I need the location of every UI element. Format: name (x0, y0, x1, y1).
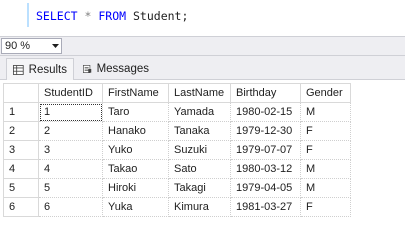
table-cell[interactable]: Takagi (168, 178, 231, 198)
sql-query[interactable]: SELECT * FROM Student; (36, 9, 188, 23)
table-cell[interactable]: Tanaka (168, 121, 231, 141)
results-grid[interactable]: StudentID FirstName LastName Birthday Ge… (0, 81, 405, 231)
column-header[interactable]: LastName (168, 83, 231, 103)
table-cell[interactable]: 1980-03-12 (230, 159, 301, 179)
tab-messages-label: Messages (96, 63, 149, 75)
table-cell[interactable]: 6 (38, 197, 103, 217)
table-row: 5 5 Hiroki Takagi 1979-04-05 M (3, 178, 351, 198)
tab-messages[interactable]: Messages (77, 58, 155, 80)
row-number[interactable]: 6 (3, 197, 39, 217)
table-cell[interactable]: 1980-02-15 (230, 102, 301, 122)
sql-keyword-select: SELECT (36, 9, 78, 23)
messages-icon (83, 65, 92, 73)
row-number[interactable]: 5 (3, 178, 39, 198)
tab-results[interactable]: Results (6, 58, 74, 80)
table-cell[interactable]: 5 (38, 178, 103, 198)
table-cell[interactable]: F (300, 121, 351, 141)
editor-gutter (0, 0, 22, 36)
table-cell[interactable]: Yamada (168, 102, 231, 122)
table-cell[interactable]: 3 (38, 140, 103, 160)
table-row: 6 6 Yuka Kimura 1981-03-27 F (3, 197, 351, 217)
table-row: 1 1 Taro Yamada 1980-02-15 M (3, 102, 351, 122)
table-row: 3 3 Yuko Suzuki 1979-07-07 F (3, 140, 351, 160)
zoom-value: 90 % (5, 40, 31, 52)
table-cell[interactable]: 4 (38, 159, 103, 179)
table-cell[interactable]: 1979-12-30 (230, 121, 301, 141)
row-number[interactable]: 2 (3, 121, 39, 141)
grid-icon (13, 64, 24, 75)
row-number[interactable]: 3 (3, 140, 39, 160)
query-editor[interactable]: SELECT * FROM Student; (0, 0, 405, 36)
table-cell[interactable]: 1979-07-07 (230, 140, 301, 160)
column-header[interactable]: StudentID (38, 83, 103, 103)
table-cell[interactable]: M (300, 159, 351, 179)
table-cell[interactable]: Suzuki (168, 140, 231, 160)
zoom-bar: 90 % (0, 36, 405, 56)
table-cell[interactable]: F (300, 197, 351, 217)
column-header[interactable]: Birthday (230, 83, 301, 103)
table-cell[interactable]: Takao (102, 159, 169, 179)
table-cell[interactable]: Taro (102, 102, 169, 122)
current-line-marker (27, 3, 29, 27)
sql-table-name: Student; (133, 9, 189, 23)
header-row: StudentID FirstName LastName Birthday Ge… (3, 83, 351, 103)
table-cell[interactable]: M (300, 178, 351, 198)
table-row: 4 4 Takao Sato 1980-03-12 M (3, 159, 351, 179)
table-cell[interactable]: F (300, 140, 351, 160)
table-cell[interactable]: 1979-04-05 (230, 178, 301, 198)
tab-results-label: Results (28, 63, 67, 76)
column-header[interactable]: Gender (300, 83, 351, 103)
table-cell[interactable]: Yuko (102, 140, 169, 160)
sql-keyword-from: FROM (98, 9, 127, 23)
table-cell[interactable]: M (300, 102, 351, 122)
corner-cell[interactable] (3, 83, 39, 103)
results-tabstrip: Results Messages (0, 56, 405, 80)
table-cell[interactable]: 2 (38, 121, 103, 141)
row-number[interactable]: 4 (3, 159, 39, 179)
table-cell[interactable]: Sato (168, 159, 231, 179)
table-cell[interactable]: 1 (38, 102, 103, 122)
table-cell[interactable]: Kimura (168, 197, 231, 217)
results-table: StudentID FirstName LastName Birthday Ge… (3, 83, 351, 217)
table-row: 2 2 Hanako Tanaka 1979-12-30 F (3, 121, 351, 141)
sql-star: * (84, 9, 92, 23)
table-cell[interactable]: 1981-03-27 (230, 197, 301, 217)
table-cell[interactable]: Yuka (102, 197, 169, 217)
row-number[interactable]: 1 (3, 102, 39, 122)
table-cell[interactable]: Hanako (102, 121, 169, 141)
chevron-down-icon[interactable] (50, 39, 61, 53)
column-header[interactable]: FirstName (102, 83, 169, 103)
zoom-select[interactable]: 90 % (1, 38, 62, 54)
table-cell[interactable]: Hiroki (102, 178, 169, 198)
